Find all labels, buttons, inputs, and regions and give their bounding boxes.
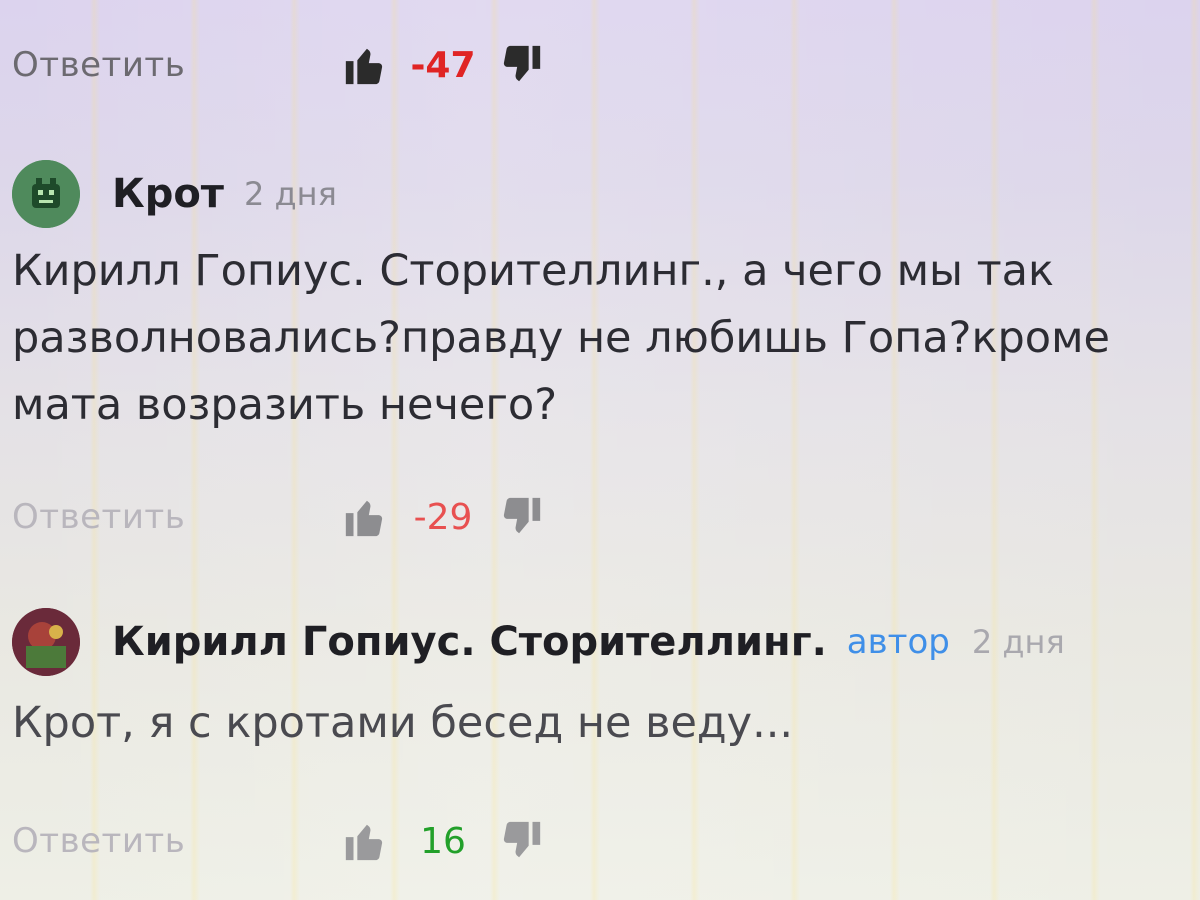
- screen-moire-overlay: [0, 0, 1200, 900]
- comment-header: Крот 2 дня: [12, 160, 337, 228]
- avatar[interactable]: [12, 608, 80, 676]
- reply-button[interactable]: Ответить: [12, 821, 332, 861]
- top-comment-actions: Ответить -47: [12, 42, 544, 88]
- comment-header: Кирилл Гопиус. Сторителлинг. автор 2 дня: [12, 608, 1065, 676]
- author-badge: автор: [846, 622, 950, 662]
- thumbs-up-icon[interactable]: [342, 494, 388, 540]
- comment-text: Кирилл Гопиус. Сторителлинг., а чего мы …: [12, 246, 1110, 430]
- author-name[interactable]: Крот: [112, 171, 224, 217]
- thumbs-down-icon[interactable]: [498, 494, 544, 540]
- comment-actions: Ответить -29: [12, 494, 544, 540]
- comment-time: 2 дня: [244, 175, 337, 213]
- robot-avatar-icon: [12, 160, 80, 228]
- reply-button[interactable]: Ответить: [12, 497, 332, 537]
- vote-score: -29: [413, 496, 473, 538]
- user-avatar-icon: [12, 608, 80, 676]
- vote-score: 16: [420, 820, 466, 862]
- thumbs-down-icon[interactable]: [498, 818, 544, 864]
- thumbs-up-icon[interactable]: [342, 42, 388, 88]
- thumbs-up-icon[interactable]: [342, 818, 388, 864]
- vote-score: -47: [410, 44, 476, 86]
- avatar[interactable]: [12, 160, 80, 228]
- comment-actions: Ответить 16: [12, 818, 544, 864]
- comment-time: 2 дня: [971, 623, 1065, 661]
- thumbs-down-icon[interactable]: [498, 42, 544, 88]
- reply-button[interactable]: Ответить: [12, 45, 332, 85]
- author-name[interactable]: Кирилл Гопиус. Сторителлинг.: [112, 619, 827, 665]
- comment-text: Крот, я с кротами бесед не веду...: [12, 698, 794, 748]
